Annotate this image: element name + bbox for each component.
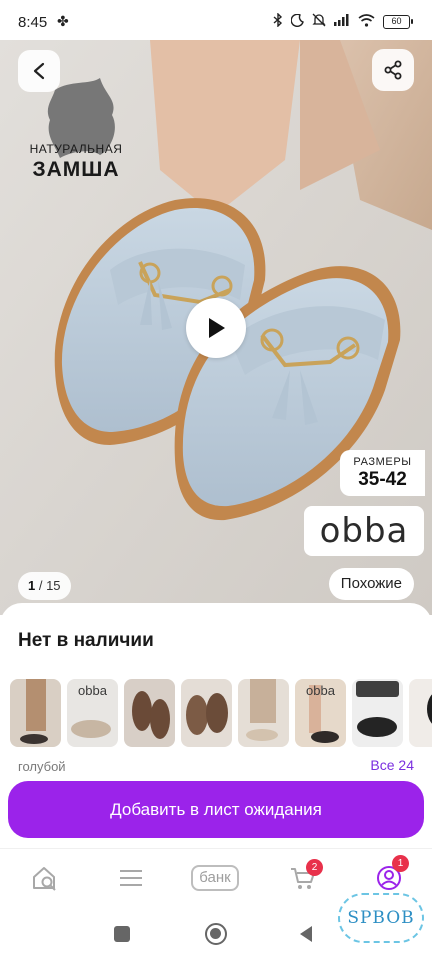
thumb-brand: obba — [306, 683, 335, 698]
variant-thumb[interactable]: obba — [295, 679, 346, 747]
cart-badge: 2 — [306, 859, 323, 876]
variant-thumb[interactable] — [10, 679, 61, 747]
natural-suede-label: НАТУРАЛЬНАЯ ЗАМША — [14, 142, 138, 182]
share-button[interactable] — [372, 49, 414, 91]
bluetooth-icon — [273, 12, 283, 30]
nav-bank[interactable]: банк — [186, 861, 244, 895]
chevron-left-icon — [33, 62, 45, 80]
signal-icon — [334, 14, 350, 29]
thumb-brand: obba — [78, 683, 107, 698]
play-video-button[interactable] — [186, 298, 246, 358]
bank-label: банк — [191, 865, 239, 891]
back-triangle-button[interactable] — [298, 925, 314, 943]
fan-icon: ✤ — [57, 13, 69, 29]
variant-thumb[interactable] — [238, 679, 289, 747]
brand-logo: obba — [304, 506, 424, 556]
brand-name: obba — [319, 511, 409, 551]
counter-current: 1 — [28, 578, 36, 593]
counter-total: 15 — [46, 578, 61, 593]
color-variants: obba obba голубой Все 24 — [0, 667, 432, 780]
status-icons: 60 — [273, 12, 413, 30]
watermark-badge: SPBOB — [338, 893, 424, 943]
selected-color: голубой — [18, 759, 66, 774]
variant-thumb[interactable]: obba — [67, 679, 118, 747]
variant-thumb[interactable] — [124, 679, 175, 747]
share-icon — [384, 60, 402, 80]
availability-section: Нет в наличии — [0, 603, 432, 667]
variant-thumb[interactable] — [409, 679, 432, 747]
status-bar: 8:45 ✤ 60 — [0, 0, 432, 40]
home-button[interactable] — [205, 923, 227, 945]
recents-button[interactable] — [114, 926, 130, 942]
battery-icon: 60 — [383, 14, 413, 29]
all-variants-link[interactable]: Все 24 — [370, 757, 414, 773]
availability-status: Нет в наличии — [18, 630, 154, 651]
home-dot-icon — [210, 928, 221, 939]
suede-label-line1: НАТУРАЛЬНАЯ — [29, 142, 123, 156]
similar-button[interactable]: Похожие — [328, 568, 414, 600]
mute-icon — [312, 13, 326, 30]
gallery-counter: 1 / 15 — [18, 572, 71, 600]
variant-thumbnails: obba obba — [10, 679, 432, 747]
add-to-waitlist-button[interactable]: Добавить в лист ожидания — [8, 781, 424, 838]
nav-catalog[interactable] — [114, 861, 148, 895]
wifi-icon — [358, 13, 375, 30]
suede-label-line2: ЗАМША — [32, 158, 120, 181]
sizes-card: РАЗМЕРЫ 35-42 — [340, 450, 425, 496]
menu-icon — [120, 870, 142, 886]
back-button[interactable] — [18, 50, 60, 92]
product-gallery[interactable]: НАТУРАЛЬНАЯ ЗАМША РАЗМЕРЫ 35-42 obba 1 /… — [0, 40, 432, 615]
variant-thumb[interactable] — [352, 679, 403, 747]
profile-badge: 1 — [392, 855, 409, 872]
home-search-icon — [33, 867, 56, 891]
play-icon — [209, 318, 225, 338]
variant-thumb[interactable] — [181, 679, 232, 747]
moon-icon — [290, 13, 304, 30]
sizes-range: 35-42 — [358, 469, 407, 490]
nav-home[interactable] — [28, 861, 62, 895]
sizes-title: РАЗМЕРЫ — [353, 456, 412, 468]
status-time: 8:45 — [18, 14, 48, 31]
